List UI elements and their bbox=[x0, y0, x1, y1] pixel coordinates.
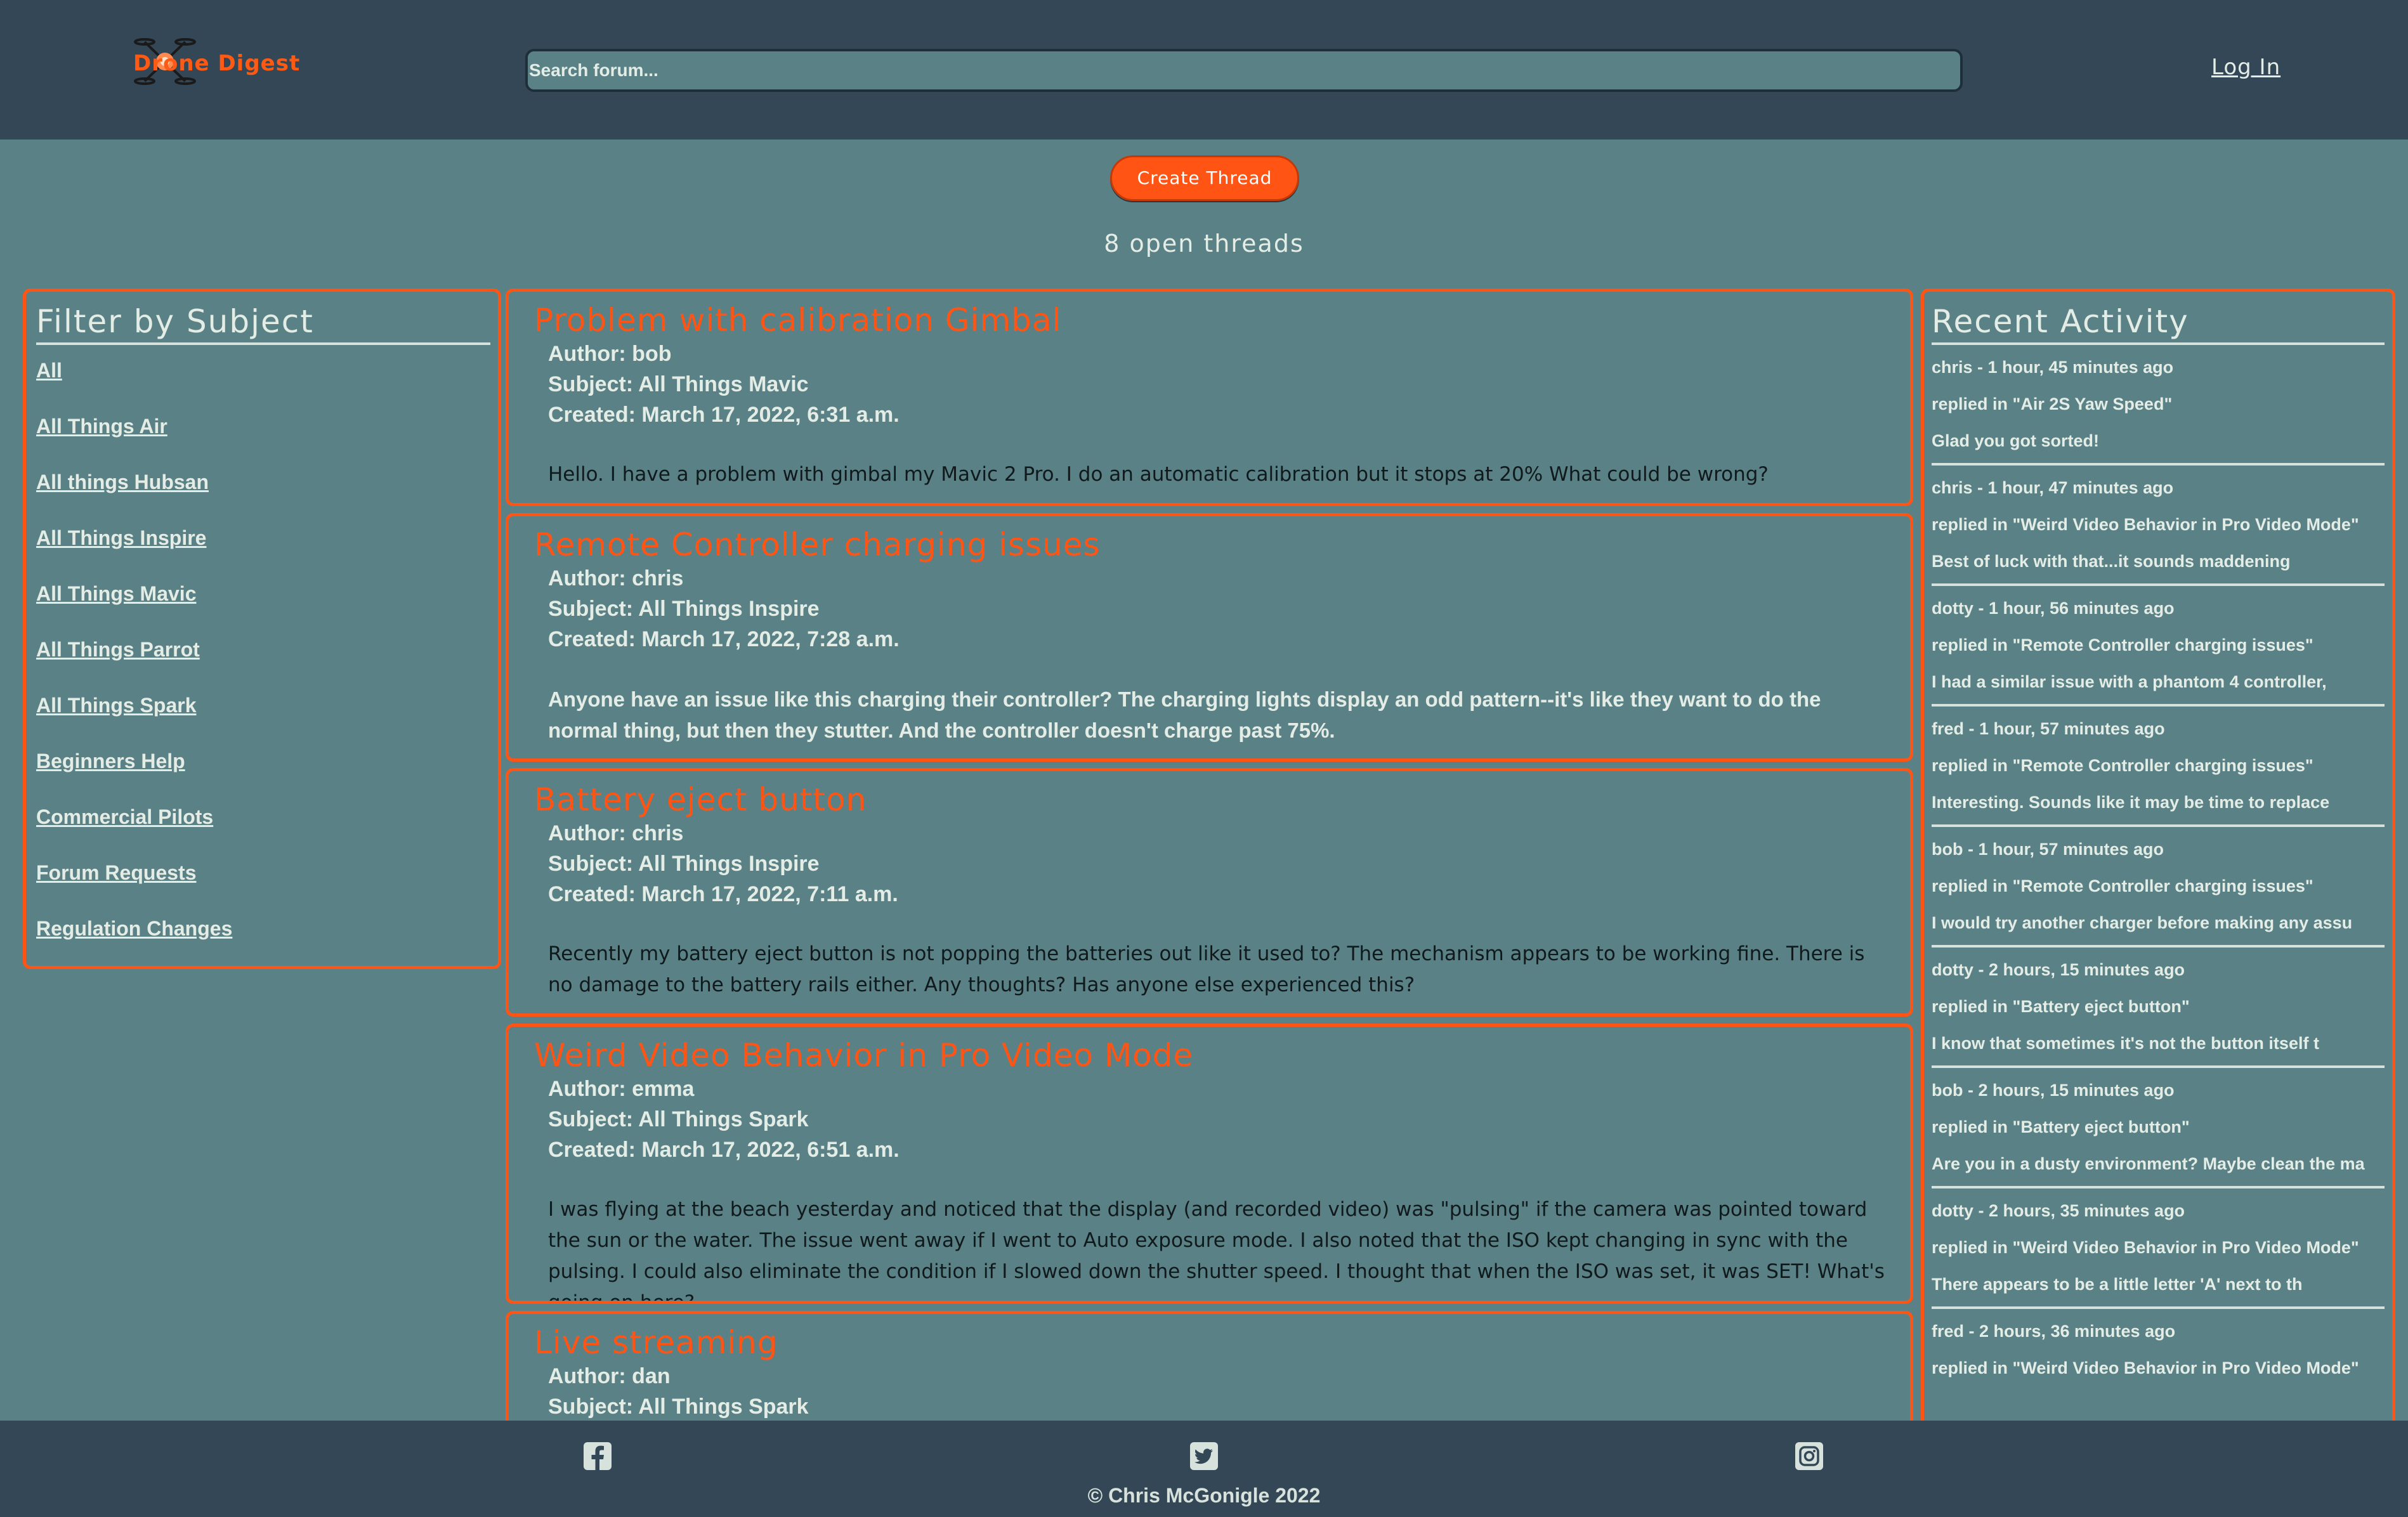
thread-author: Author: emma bbox=[548, 1077, 695, 1101]
thread-subject: Subject: All Things Mavic bbox=[548, 372, 809, 396]
activity-snippet: I would try another charger before makin… bbox=[1932, 913, 2353, 932]
filter-link[interactable]: All bbox=[36, 359, 490, 415]
thread-created: Created: March 17, 2022, 6:51 a.m. bbox=[548, 1138, 900, 1162]
thread-title[interactable]: Weird Video Behavior in Pro Video Mode bbox=[534, 1037, 1887, 1074]
thread-body: Anyone have an issue like this charging … bbox=[548, 687, 1821, 742]
thread-author: Author: dan bbox=[548, 1364, 671, 1388]
activity-thread: replied in "Weird Video Behavior in Pro … bbox=[1932, 1238, 2359, 1257]
site-logo[interactable]: Drone Digest bbox=[127, 33, 299, 94]
activity-meta: dotty - 1 hour, 56 minutes ago bbox=[1932, 599, 2175, 618]
activity-item[interactable]: dotty - 2 hours, 35 minutes ago replied … bbox=[1932, 1188, 2385, 1309]
facebook-icon[interactable] bbox=[582, 1441, 613, 1471]
filter-panel: Filter by Subject All All Things Air All… bbox=[23, 289, 501, 969]
thread-subject: Subject: All Things Inspire bbox=[548, 852, 820, 876]
thread-author: Author: chris bbox=[548, 566, 684, 590]
activity-item[interactable]: dotty - 1 hour, 56 minutes ago replied i… bbox=[1932, 586, 2385, 706]
thread-card[interactable]: Remote Controller charging issues Author… bbox=[506, 513, 1913, 762]
filter-link[interactable]: Regulation Changes bbox=[36, 917, 490, 973]
search-input[interactable] bbox=[525, 49, 1963, 92]
thread-title[interactable]: Battery eject button bbox=[534, 781, 1887, 818]
copyright-text: © Chris McGonigle 2022 bbox=[1087, 1484, 1321, 1507]
activity-meta: bob - 1 hour, 57 minutes ago bbox=[1932, 840, 2164, 859]
activity-item[interactable]: bob - 2 hours, 15 minutes ago replied in… bbox=[1932, 1068, 2385, 1188]
activity-thread: replied in "Battery eject button" bbox=[1932, 997, 2190, 1016]
activity-meta: chris - 1 hour, 47 minutes ago bbox=[1932, 478, 2174, 497]
thread-title[interactable]: Remote Controller charging issues bbox=[534, 526, 1887, 563]
activity-meta: chris - 1 hour, 45 minutes ago bbox=[1932, 358, 2174, 377]
thread-title[interactable]: Problem with calibration Gimbal bbox=[534, 302, 1887, 339]
activity-title: Recent Activity bbox=[1932, 303, 2385, 345]
activity-item[interactable]: bob - 1 hour, 57 minutes ago replied in … bbox=[1932, 827, 2385, 947]
site-footer: © Chris McGonigle 2022 bbox=[0, 1421, 2408, 1517]
activity-thread: replied in "Remote Controller charging i… bbox=[1932, 635, 2313, 654]
filter-link[interactable]: All Things Air bbox=[36, 415, 490, 471]
logo-text: Drone Digest bbox=[133, 51, 301, 76]
activity-thread: replied in "Air 2S Yaw Speed" bbox=[1932, 394, 2173, 413]
activity-thread: replied in "Weird Video Behavior in Pro … bbox=[1932, 515, 2359, 534]
filter-link[interactable]: All Things Inspire bbox=[36, 526, 490, 582]
activity-snippet: Glad you got sorted! bbox=[1932, 431, 2100, 450]
thread-body: Hello. I have a problem with gimbal my M… bbox=[548, 463, 1769, 486]
activity-snippet: Interesting. Sounds like it may be time … bbox=[1932, 793, 2330, 812]
filter-link[interactable]: Beginners Help bbox=[36, 750, 490, 805]
filter-link[interactable]: All Things Parrot bbox=[36, 638, 490, 694]
thread-card[interactable]: Problem with calibration Gimbal Author: … bbox=[506, 289, 1913, 506]
thread-created: Created: March 17, 2022, 7:28 a.m. bbox=[548, 627, 900, 651]
activity-snippet: I know that sometimes it's not the butto… bbox=[1932, 1034, 2319, 1053]
activity-thread: replied in "Remote Controller charging i… bbox=[1932, 756, 2313, 775]
activity-thread: replied in "Remote Controller charging i… bbox=[1932, 876, 2313, 895]
activity-item[interactable]: chris - 1 hour, 47 minutes ago replied i… bbox=[1932, 466, 2385, 586]
activity-thread: replied in "Battery eject button" bbox=[1932, 1117, 2190, 1136]
activity-meta: fred - 2 hours, 36 minutes ago bbox=[1932, 1322, 2176, 1341]
activity-item[interactable]: fred - 2 hours, 36 minutes ago replied i… bbox=[1932, 1309, 2385, 1390]
open-threads-count: 8 open threads bbox=[1104, 230, 1304, 257]
activity-snippet: I had a similar issue with a phantom 4 c… bbox=[1932, 672, 2327, 691]
activity-item[interactable]: dotty - 2 hours, 15 minutes ago replied … bbox=[1932, 947, 2385, 1068]
filter-link[interactable]: Commercial Pilots bbox=[36, 805, 490, 861]
filter-link[interactable]: All Things Spark bbox=[36, 694, 490, 750]
activity-snippet: Best of luck with that...it sounds madde… bbox=[1932, 552, 2291, 571]
filter-link[interactable]: Forum Requests bbox=[36, 861, 490, 917]
thread-body: Recently my battery eject button is not … bbox=[548, 942, 1865, 996]
create-thread-button[interactable]: Create Thread bbox=[1110, 155, 1299, 201]
thread-body: I was flying at the beach yesterday and … bbox=[548, 1198, 1885, 1304]
thread-card[interactable]: Battery eject button Author: chris Subje… bbox=[506, 768, 1913, 1017]
thread-subject: Subject: All Things Inspire bbox=[548, 597, 820, 621]
thread-subject: Subject: All Things Spark bbox=[548, 1395, 809, 1419]
twitter-icon[interactable] bbox=[1189, 1441, 1219, 1471]
thread-author: Author: chris bbox=[548, 821, 684, 845]
thread-author: Author: bob bbox=[548, 342, 672, 366]
filter-title: Filter by Subject bbox=[36, 303, 490, 345]
activity-meta: fred - 1 hour, 57 minutes ago bbox=[1932, 719, 2165, 738]
activity-meta: bob - 2 hours, 15 minutes ago bbox=[1932, 1081, 2175, 1100]
login-link[interactable]: Log In bbox=[2211, 55, 2280, 80]
activity-meta: dotty - 2 hours, 35 minutes ago bbox=[1932, 1201, 2185, 1220]
filter-list: All All Things Air All things Hubsan All… bbox=[36, 359, 490, 973]
instagram-icon[interactable] bbox=[1794, 1441, 1824, 1471]
site-header: Drone Digest Log In bbox=[0, 0, 2408, 140]
thread-created: Created: March 17, 2022, 7:11 a.m. bbox=[548, 882, 898, 906]
activity-snippet: Are you in a dusty environment? Maybe cl… bbox=[1932, 1154, 2365, 1173]
activity-snippet: There appears to be a little letter 'A' … bbox=[1932, 1275, 2303, 1294]
activity-meta: dotty - 2 hours, 15 minutes ago bbox=[1932, 960, 2185, 979]
recent-activity-panel: Recent Activity chris - 1 hour, 45 minut… bbox=[1921, 289, 2395, 1430]
activity-thread: replied in "Weird Video Behavior in Pro … bbox=[1932, 1358, 2359, 1377]
activity-item[interactable]: chris - 1 hour, 45 minutes ago replied i… bbox=[1932, 345, 2385, 466]
activity-item[interactable]: fred - 1 hour, 57 minutes ago replied in… bbox=[1932, 706, 2385, 827]
thread-title[interactable]: Live streaming bbox=[534, 1324, 1887, 1361]
thread-created: Created: March 17, 2022, 6:31 a.m. bbox=[548, 403, 900, 427]
filter-link[interactable]: All Things Mavic bbox=[36, 582, 490, 638]
filter-link[interactable]: All things Hubsan bbox=[36, 471, 490, 526]
thread-subject: Subject: All Things Spark bbox=[548, 1107, 809, 1131]
thread-card[interactable]: Weird Video Behavior in Pro Video Mode A… bbox=[506, 1024, 1913, 1304]
